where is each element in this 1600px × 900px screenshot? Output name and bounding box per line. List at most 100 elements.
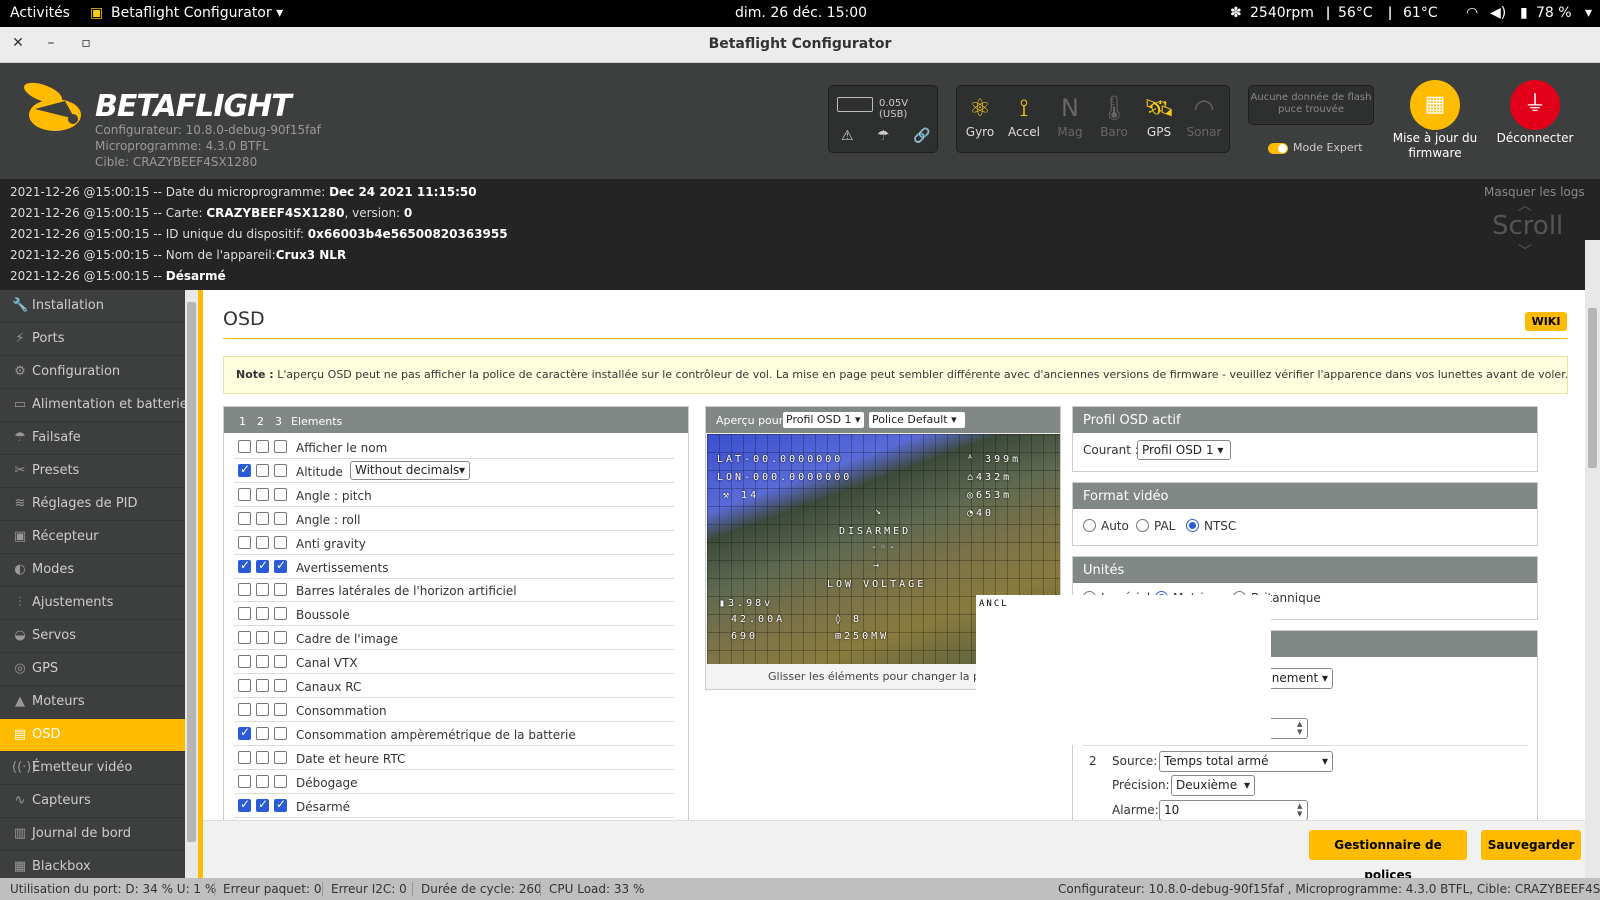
profile-1-checkbox[interactable] <box>238 631 251 645</box>
profile-1-checkbox[interactable] <box>238 583 251 597</box>
sidebar-item-gps[interactable]: ◎ GPS <box>0 653 185 686</box>
profile-2-checkbox[interactable] <box>256 655 269 669</box>
hide-logs-link[interactable]: Masquer les logs <box>1484 185 1585 199</box>
osd-home-dist[interactable]: ⌂432m <box>967 472 1012 483</box>
profile-2-checkbox[interactable] <box>256 750 269 764</box>
profile-2-checkbox[interactable] <box>256 607 269 621</box>
profile-2-checkbox[interactable] <box>256 797 269 812</box>
profile-1-checkbox[interactable] <box>238 797 251 812</box>
profile-2-checkbox[interactable] <box>256 726 269 740</box>
profile-3-checkbox[interactable] <box>274 583 287 597</box>
current-profile-select[interactable]: Profil OSD 1 ▾ <box>1137 440 1231 460</box>
sidebar-scrollbar[interactable] <box>185 290 198 878</box>
font-manager-button[interactable]: Gestionnaire de polices <box>1309 830 1467 882</box>
osd-latitude[interactable]: LAT-00.0000000 <box>717 454 843 465</box>
sidebar-item-configuration[interactable]: ⚙ Configuration <box>0 356 185 389</box>
profile-1-checkbox[interactable] <box>238 487 251 501</box>
sidebar-item-ports[interactable]: ⚡ Ports <box>0 323 185 356</box>
sidebar-item-pid[interactable]: ≋ Réglages de PID <box>0 488 185 521</box>
profile-3-checkbox[interactable] <box>274 631 287 645</box>
profile-2-checkbox[interactable] <box>256 440 269 453</box>
expert-mode-toggle[interactable] <box>1268 143 1288 154</box>
osd-speed[interactable]: ◔40 <box>967 508 994 519</box>
sidebar-item-adjustments[interactable]: ⫶ Ajustements <box>0 587 185 620</box>
timer2-source-select[interactable]: Temps total armé ▾ <box>1159 751 1333 772</box>
save-button[interactable]: Sauvegarder <box>1481 830 1581 860</box>
timer2-alarm-input[interactable]: 10 <box>1159 800 1308 821</box>
profile-2-checkbox[interactable] <box>256 558 269 573</box>
preview-font-select[interactable]: Police Default ▾ <box>868 411 966 429</box>
clock[interactable]: dim. 26 déc. 15:00 <box>735 5 867 21</box>
osd-mah[interactable]: 690 <box>731 631 758 642</box>
profile-3-checkbox[interactable] <box>274 679 287 692</box>
profile-3-checkbox[interactable] <box>274 558 287 573</box>
osd-sats[interactable]: ⚒ 14 <box>723 490 759 501</box>
sidebar-item-osd[interactable]: ▤ OSD <box>0 719 185 752</box>
system-menu-chevron-icon[interactable]: ▾ <box>1585 5 1592 21</box>
profile-1-checkbox[interactable] <box>238 702 251 716</box>
osd-altitude[interactable]: ᴬ 399m <box>967 454 1021 465</box>
usb-icon[interactable]: ⏚ <box>1510 80 1560 130</box>
sidebar-item-modes[interactable]: ◐ Modes <box>0 554 185 587</box>
preview-profile-select[interactable]: Profil OSD 1 ▾ <box>782 411 865 429</box>
profile-2-checkbox[interactable] <box>256 535 269 549</box>
sidebar-item-failsafe[interactable]: ☂ Failsafe <box>0 422 185 455</box>
spinner-icon[interactable]: ▲ ▼ <box>1297 802 1302 818</box>
profile-1-checkbox[interactable] <box>238 655 251 669</box>
osd-low-voltage[interactable]: LOW VOLTAGE <box>827 579 926 590</box>
profile-3-checkbox[interactable] <box>274 774 287 788</box>
sidebar-item-journal[interactable]: ▥ Journal de bord <box>0 818 185 851</box>
chip-icon[interactable]: ▦ <box>1410 80 1460 130</box>
profile-1-checkbox[interactable] <box>238 462 251 477</box>
profile-1-checkbox[interactable] <box>238 679 251 692</box>
profile-3-checkbox[interactable] <box>274 535 287 549</box>
profile-1-checkbox[interactable] <box>238 535 251 549</box>
update-firmware-button[interactable]: Mise à jour du firmware <box>1385 131 1485 161</box>
profile-2-checkbox[interactable] <box>256 487 269 501</box>
sidebar-item-power[interactable]: ▭ Alimentation et batterie <box>0 389 188 422</box>
profile-3-checkbox[interactable] <box>274 702 287 716</box>
profile-2-checkbox[interactable] <box>256 774 269 788</box>
timer2-precision-select[interactable]: Deuxième ▾ <box>1171 775 1255 796</box>
osd-voltage[interactable]: ▮3.98v <box>719 598 773 609</box>
profile-1-checkbox[interactable] <box>238 558 251 573</box>
osd-current[interactable]: 42.00A <box>731 614 785 625</box>
sidebar-item-presets[interactable]: ✂ Presets <box>0 455 185 488</box>
spinner-icon[interactable]: ▲ ▼ <box>1297 720 1302 736</box>
profile-2-checkbox[interactable] <box>256 463 269 477</box>
profile-1-checkbox[interactable] <box>238 440 251 453</box>
profile-3-checkbox[interactable] <box>274 655 287 669</box>
disconnect-button[interactable]: Déconnecter <box>1485 131 1585 145</box>
profile-3-checkbox[interactable] <box>274 463 287 477</box>
profile-3-checkbox[interactable] <box>274 726 287 740</box>
profile-3-checkbox[interactable] <box>274 511 287 525</box>
video-auto-radio[interactable] <box>1083 519 1096 532</box>
osd-home-arrow[interactable]: ↘ <box>875 506 884 517</box>
sidebar-item-motors[interactable]: ▲ Moteurs <box>0 686 185 719</box>
profile-1-checkbox[interactable] <box>238 511 251 525</box>
profile-2-checkbox[interactable] <box>256 583 269 597</box>
osd-distance[interactable]: ◎653m <box>967 490 1012 501</box>
profile-2-checkbox[interactable] <box>256 631 269 645</box>
page-scrollbar[interactable] <box>1585 240 1600 878</box>
profile-2-checkbox[interactable] <box>256 511 269 525</box>
app-menu[interactable]: Betaflight Configurator ▾ <box>111 5 283 21</box>
osd-arrow[interactable]: → <box>873 560 882 571</box>
activities-button[interactable]: Activités <box>10 5 70 21</box>
profile-3-checkbox[interactable] <box>274 607 287 621</box>
osd-longitude[interactable]: LON-000.0000000 <box>717 472 852 483</box>
altitude-format-select[interactable]: Without decimals ▾ <box>350 460 470 480</box>
battery-icon[interactable]: ▮ <box>1520 5 1528 21</box>
osd-crosshair[interactable]: -◦- <box>871 542 898 553</box>
profile-1-checkbox[interactable] <box>238 607 251 621</box>
sidebar-item-receiver[interactable]: ▣ Récepteur <box>0 521 185 554</box>
wiki-button[interactable]: WIKI <box>1525 312 1567 331</box>
profile-3-checkbox[interactable] <box>274 487 287 501</box>
sidebar-item-vtx[interactable]: ((·)) Émetteur vidéo <box>0 752 185 785</box>
profile-2-checkbox[interactable] <box>256 702 269 716</box>
sidebar-item-sensors[interactable]: ∿ Capteurs <box>0 785 185 818</box>
profile-1-checkbox[interactable] <box>238 750 251 764</box>
video-pal-radio[interactable] <box>1136 519 1149 532</box>
profile-1-checkbox[interactable] <box>238 774 251 788</box>
wifi-icon[interactable]: ◠ <box>1466 5 1478 21</box>
